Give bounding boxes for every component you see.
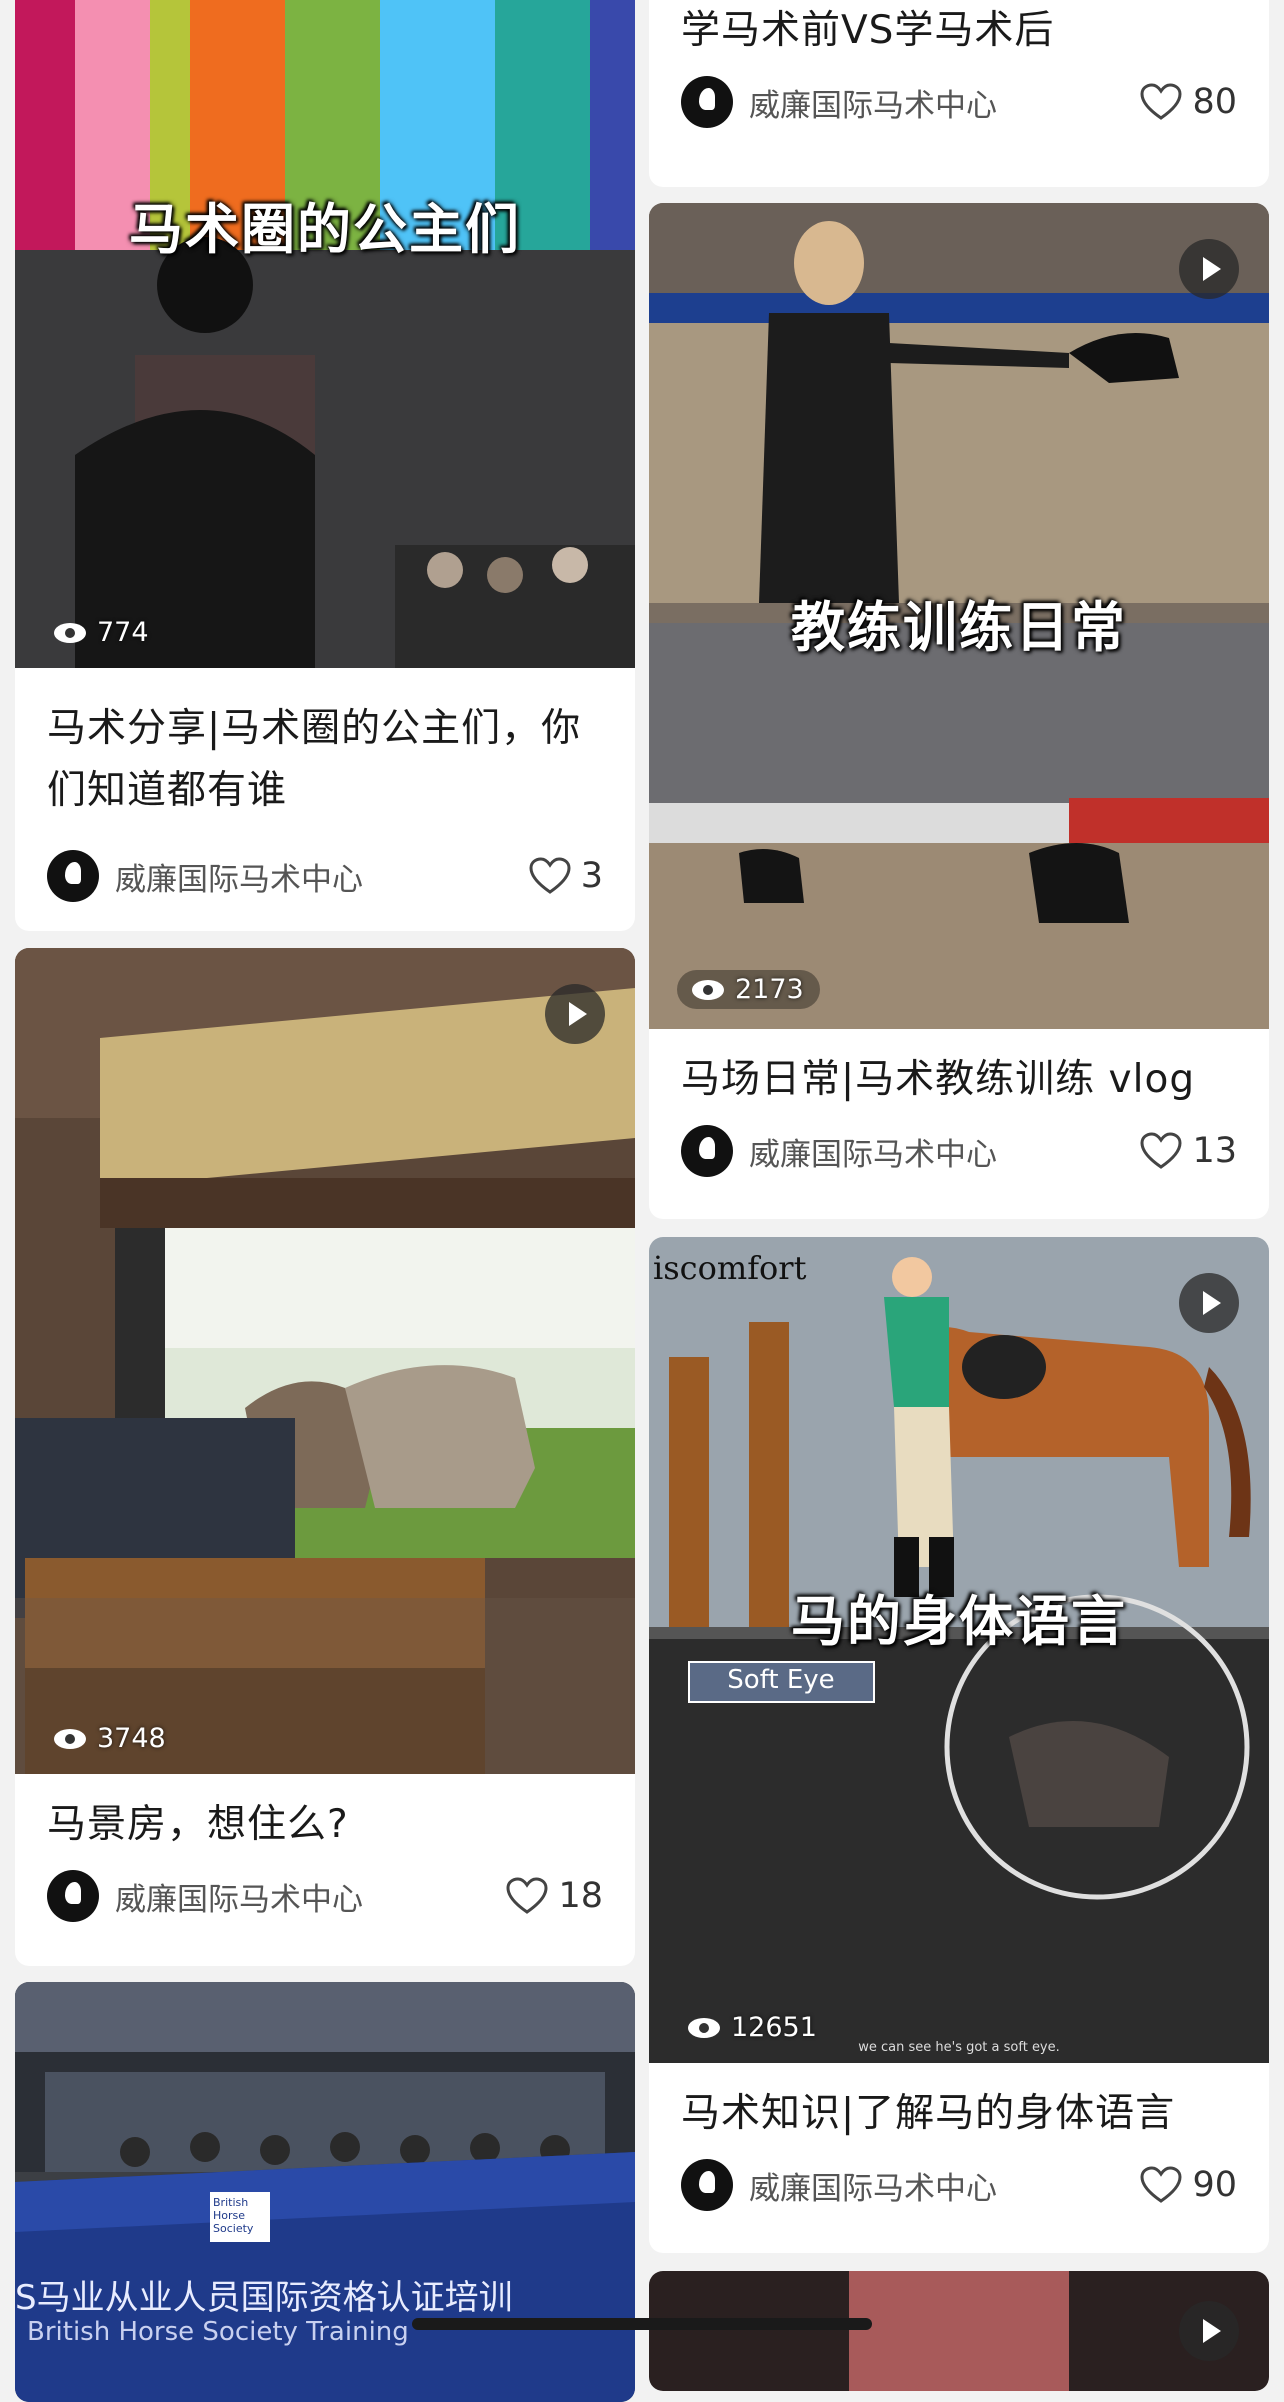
banner-subtext: British Horse Society Training bbox=[27, 2317, 409, 2347]
thumbnail-image bbox=[649, 2271, 1269, 2391]
card-thumbnail[interactable]: 教练训练日常 2173 bbox=[649, 203, 1269, 1029]
author-name[interactable]: 威廉国际马术中心 bbox=[749, 1129, 1140, 1174]
like-count: 13 bbox=[1192, 1131, 1237, 1171]
view-count-value: 774 bbox=[97, 617, 149, 648]
author-name[interactable]: 威廉国际马术中心 bbox=[749, 2163, 1140, 2208]
like-count: 80 bbox=[1192, 82, 1237, 122]
card-thumbnail[interactable] bbox=[649, 2271, 1269, 2391]
like-button[interactable]: 13 bbox=[1140, 1131, 1237, 1171]
card-title[interactable]: 马景房，想住么? bbox=[15, 1774, 635, 1856]
soft-eye-label: Soft Eye bbox=[727, 1665, 835, 1695]
feed-card[interactable]: iscomfort Soft Eye 马的身体语言 we can see he'… bbox=[649, 1237, 1269, 2253]
card-thumbnail[interactable]: 3748 bbox=[15, 948, 635, 1774]
thumbnail-overlay-title: 马的身体语言 bbox=[791, 1590, 1127, 1653]
card-title[interactable]: 马术分享|马术圈的公主们，你们知道都有谁 bbox=[15, 668, 635, 822]
eye-icon bbox=[692, 979, 724, 1000]
heart-icon bbox=[1140, 2166, 1182, 2203]
play-icon[interactable] bbox=[545, 984, 605, 1044]
author-name[interactable]: 威廉国际马术中心 bbox=[115, 854, 529, 899]
card-meta: 威廉国际马术中心 13 bbox=[649, 1111, 1269, 1191]
like-button[interactable]: 80 bbox=[1140, 82, 1237, 122]
like-count: 90 bbox=[1192, 2165, 1237, 2205]
card-meta: 威廉国际马术中心 3 bbox=[15, 836, 635, 916]
feed-card[interactable]: 3748 马景房，想住么? 威廉国际马术中心 18 bbox=[15, 948, 635, 1966]
card-meta: 威廉国际马术中心 80 bbox=[649, 62, 1269, 142]
feed-card[interactable] bbox=[649, 2271, 1269, 2391]
card-thumbnail[interactable]: iscomfort Soft Eye 马的身体语言 we can see he'… bbox=[649, 1237, 1269, 2063]
brand-logo-avatar[interactable] bbox=[47, 850, 99, 902]
view-count: 774 bbox=[53, 617, 149, 648]
view-count: 12651 bbox=[687, 2012, 817, 2043]
play-icon[interactable] bbox=[1179, 2301, 1239, 2361]
feed-card[interactable]: British Horse Society S马业从业人员国际资格认证培训 Br… bbox=[15, 1982, 635, 2402]
heart-icon bbox=[529, 857, 571, 894]
view-count: 3748 bbox=[53, 1723, 166, 1754]
like-button[interactable]: 90 bbox=[1140, 2165, 1237, 2205]
heart-icon bbox=[1140, 1132, 1182, 1169]
play-icon[interactable] bbox=[1179, 1273, 1239, 1333]
author-name[interactable]: 威廉国际马术中心 bbox=[115, 1874, 506, 1919]
like-button[interactable]: 18 bbox=[506, 1876, 603, 1916]
eye-icon bbox=[54, 622, 86, 643]
thumbnail-overlay-title: 教练训练日常 bbox=[791, 596, 1127, 659]
card-title[interactable]: 马术知识|了解马的身体语言 bbox=[649, 2063, 1269, 2145]
brand-logo-avatar[interactable] bbox=[681, 76, 733, 128]
home-indicator bbox=[412, 2318, 872, 2330]
card-meta: 威廉国际马术中心 90 bbox=[649, 2145, 1269, 2225]
feed-card[interactable]: 学马术前VS学马术后 威廉国际马术中心 80 bbox=[649, 0, 1269, 187]
brand-logo-avatar[interactable] bbox=[47, 1870, 99, 1922]
thumbnail-overlay-title: 马术圈的公主们 bbox=[129, 198, 521, 261]
thumbnail-image bbox=[15, 948, 635, 1774]
heart-icon bbox=[506, 1877, 548, 1914]
view-count: 2173 bbox=[677, 970, 820, 1009]
card-title[interactable]: 学马术前VS学马术后 bbox=[649, 0, 1269, 62]
card-thumbnail[interactable]: 马术圈的公主们 774 bbox=[15, 0, 635, 668]
thumbnail-image bbox=[15, 0, 635, 668]
like-count: 3 bbox=[580, 856, 603, 896]
eye-icon bbox=[54, 1728, 86, 1749]
like-button[interactable]: 3 bbox=[529, 856, 603, 896]
card-title[interactable]: 马场日常|马术教练训练 vlog bbox=[649, 1029, 1269, 1111]
eye-icon bbox=[688, 2017, 720, 2038]
feed-card[interactable]: 教练训练日常 2173 马场日常|马术教练训练 vlog 威廉国际马术中心 13 bbox=[649, 203, 1269, 1219]
heart-icon bbox=[1140, 83, 1182, 120]
badge-text: British Horse Society bbox=[213, 2196, 254, 2235]
banner-text: S马业从业人员国际资格认证培训 bbox=[15, 2278, 513, 2318]
author-name[interactable]: 威廉国际马术中心 bbox=[749, 80, 1140, 125]
brand-logo-avatar[interactable] bbox=[681, 2159, 733, 2211]
like-count: 18 bbox=[558, 1876, 603, 1916]
card-meta: 威廉国际马术中心 18 bbox=[15, 1856, 635, 1936]
card-thumbnail[interactable]: British Horse Society S马业从业人员国际资格认证培训 Br… bbox=[15, 1982, 635, 2402]
corner-text: iscomfort bbox=[653, 1249, 807, 1287]
view-count-value: 2173 bbox=[735, 974, 804, 1005]
play-icon[interactable] bbox=[1179, 239, 1239, 299]
view-count-value: 3748 bbox=[97, 1723, 166, 1754]
brand-logo-avatar[interactable] bbox=[681, 1125, 733, 1177]
feed-card[interactable]: 马术圈的公主们 774 马术分享|马术圈的公主们，你们知道都有谁 威廉国际马术中… bbox=[15, 0, 635, 931]
view-count-value: 12651 bbox=[731, 2012, 817, 2043]
